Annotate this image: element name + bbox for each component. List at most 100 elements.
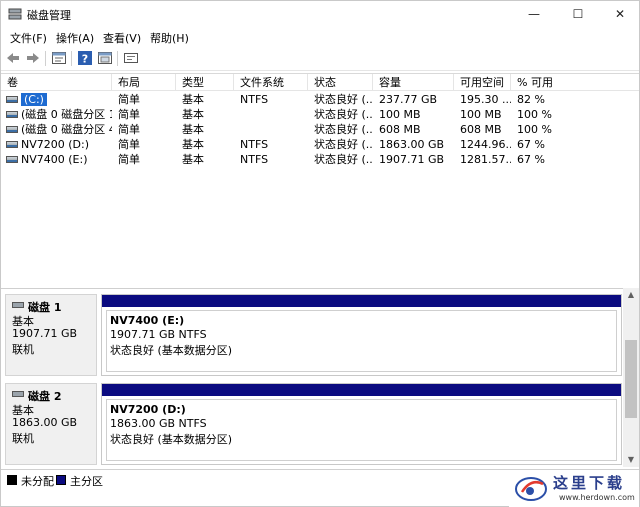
partition-body[interactable]: NV7200 (D:) 1863.00 GB NTFS 状态良好 (基本数据分区… bbox=[106, 399, 617, 461]
volume-name: (磁盘 0 磁盘分区 1) bbox=[21, 108, 112, 121]
volume-percent-free: 67 % bbox=[517, 138, 545, 151]
volume-percent-free: 82 % bbox=[517, 93, 545, 106]
primary-partition-band bbox=[102, 295, 621, 307]
partition-size-fs: 1863.00 GB NTFS bbox=[110, 417, 207, 430]
partition-status: 状态良好 (基本数据分区) bbox=[110, 433, 233, 446]
disk-area-scrollbar[interactable]: ▲ ▼ bbox=[623, 288, 639, 467]
disk-1-label[interactable]: 磁盘 1 基本 1907.71 GB 联机 bbox=[5, 294, 97, 376]
minimize-button[interactable]: — bbox=[513, 1, 555, 27]
menu-view[interactable]: 查看(V) bbox=[103, 30, 141, 46]
legend-unallocated: 未分配 bbox=[21, 475, 54, 488]
forward-icon[interactable] bbox=[25, 50, 41, 66]
volume-type: 基本 bbox=[182, 108, 204, 121]
volume-percent-free: 100 % bbox=[517, 123, 552, 136]
partition-d[interactable]: NV7200 (D:) 1863.00 GB NTFS 状态良好 (基本数据分区… bbox=[101, 383, 622, 465]
watermark-title: 这里下载 bbox=[553, 474, 626, 492]
volume-layout: 简单 bbox=[118, 123, 140, 136]
primary-partition-swatch bbox=[56, 475, 66, 485]
volume-row[interactable]: NV7400 (E:) 简单 基本 NTFS 状态良好 (... 1907.71… bbox=[1, 152, 639, 167]
disk-icon bbox=[12, 302, 24, 308]
toolbar-separator bbox=[45, 51, 46, 66]
volume-name: (C:) bbox=[21, 93, 47, 106]
scroll-down-arrow-icon[interactable]: ▼ bbox=[623, 453, 639, 467]
partition-status: 状态良好 (基本数据分区) bbox=[110, 344, 233, 357]
volume-type: 基本 bbox=[182, 93, 204, 106]
volume-free-space: 1281.57... bbox=[460, 153, 511, 166]
volume-row[interactable]: NV7200 (D:) 简单 基本 NTFS 状态良好 (... 1863.00… bbox=[1, 137, 639, 152]
back-icon[interactable] bbox=[5, 50, 21, 66]
scroll-up-arrow-icon[interactable]: ▲ bbox=[623, 288, 639, 302]
partition-name: NV7200 (D:) bbox=[110, 403, 186, 416]
volume-row[interactable]: (磁盘 0 磁盘分区 1) 简单 基本 状态良好 (... 100 MB 100… bbox=[1, 107, 639, 122]
menu-bar: 文件(F) 操作(A) 查看(V) 帮助(H) bbox=[1, 27, 639, 47]
volume-status: 状态良好 (... bbox=[314, 108, 373, 121]
disk-icon bbox=[12, 391, 24, 397]
volume-percent-free: 67 % bbox=[517, 153, 545, 166]
help-icon[interactable]: ? bbox=[77, 50, 93, 66]
column-volume[interactable]: 卷 bbox=[1, 74, 112, 91]
volume-percent-free: 100 % bbox=[517, 108, 552, 121]
volume-status: 状态良好 (... bbox=[314, 93, 373, 106]
disk-size: 1907.71 GB bbox=[12, 327, 78, 340]
unallocated-swatch bbox=[7, 475, 17, 485]
toolbar: ? bbox=[1, 47, 639, 71]
volume-row[interactable]: (C:) 简单 基本 NTFS 状态良好 (... 237.77 GB 195.… bbox=[1, 92, 639, 107]
column-type[interactable]: 类型 bbox=[176, 74, 234, 91]
volume-name: NV7200 (D:) bbox=[21, 138, 90, 151]
scroll-thumb[interactable] bbox=[625, 340, 637, 418]
disk-state: 联机 bbox=[12, 432, 34, 445]
volume-filesystem bbox=[234, 122, 308, 137]
partition-e[interactable]: NV7400 (E:) 1907.71 GB NTFS 状态良好 (基本数据分区… bbox=[101, 294, 622, 376]
volume-capacity: 237.77 GB bbox=[379, 93, 438, 106]
volume-filesystem bbox=[234, 107, 308, 122]
properties-icon[interactable] bbox=[51, 50, 67, 66]
disk-state: 联机 bbox=[12, 343, 34, 356]
volume-capacity: 608 MB bbox=[379, 123, 421, 136]
volume-free-space: 1244.96... bbox=[460, 138, 511, 151]
volume-filesystem: NTFS bbox=[240, 138, 269, 151]
column-status[interactable]: 状态 bbox=[308, 74, 373, 91]
column-free-space[interactable]: 可用空间 bbox=[454, 74, 511, 91]
toolbar-separator bbox=[117, 51, 118, 66]
refresh-icon[interactable] bbox=[123, 50, 139, 66]
disk-management-icon bbox=[8, 8, 22, 20]
volume-free-space: 608 MB bbox=[460, 123, 502, 136]
disk-graphical-view: 磁盘 1 基本 1907.71 GB 联机 NV7400 (E:) 1907.7… bbox=[1, 288, 623, 467]
disk-2-label[interactable]: 磁盘 2 基本 1863.00 GB 联机 bbox=[5, 383, 97, 465]
volume-filesystem: NTFS bbox=[240, 153, 269, 166]
volume-free-space: 100 MB bbox=[460, 108, 502, 121]
menu-action[interactable]: 操作(A) bbox=[56, 30, 94, 46]
maximize-button[interactable]: ☐ bbox=[557, 1, 599, 27]
close-button[interactable]: ✕ bbox=[599, 1, 640, 27]
partition-body[interactable]: NV7400 (E:) 1907.71 GB NTFS 状态良好 (基本数据分区… bbox=[106, 310, 617, 372]
volume-row[interactable]: (磁盘 0 磁盘分区 4) 简单 基本 状态良好 (... 608 MB 608… bbox=[1, 122, 639, 137]
svg-text:?: ? bbox=[82, 53, 88, 66]
volume-filesystem: NTFS bbox=[240, 93, 269, 106]
volume-status: 状态良好 (... bbox=[314, 123, 373, 136]
volume-type: 基本 bbox=[182, 138, 204, 151]
partition-name: NV7400 (E:) bbox=[110, 314, 185, 327]
volume-name: (磁盘 0 磁盘分区 4) bbox=[21, 123, 112, 136]
volume-capacity: 100 MB bbox=[379, 108, 421, 121]
volume-status: 状态良好 (... bbox=[314, 138, 373, 151]
details-icon[interactable] bbox=[97, 50, 113, 66]
window-title: 磁盘管理 bbox=[27, 9, 71, 22]
menu-file[interactable]: 文件(F) bbox=[10, 30, 47, 46]
disk-management-window: 磁盘管理 — ☐ ✕ 文件(F) 操作(A) 查看(V) 帮助(H) ? 卷 布… bbox=[0, 0, 640, 507]
disk-size: 1863.00 GB bbox=[12, 416, 78, 429]
watermark-url: www.herdown.com bbox=[559, 493, 635, 502]
volume-layout: 简单 bbox=[118, 138, 140, 151]
column-layout[interactable]: 布局 bbox=[112, 74, 176, 91]
primary-partition-band bbox=[102, 384, 621, 396]
menu-help[interactable]: 帮助(H) bbox=[150, 30, 189, 46]
volume-status: 状态良好 (... bbox=[314, 153, 373, 166]
volume-layout: 简单 bbox=[118, 153, 140, 166]
column-filesystem[interactable]: 文件系统 bbox=[234, 74, 308, 91]
column-percent-free[interactable]: % 可用 bbox=[511, 74, 639, 91]
site-watermark: 这里下载 www.herdown.com bbox=[509, 471, 639, 507]
watermark-logo-icon bbox=[515, 477, 547, 501]
title-bar: 磁盘管理 — ☐ ✕ bbox=[1, 1, 639, 27]
legend-primary-partition: 主分区 bbox=[70, 475, 103, 488]
column-capacity[interactable]: 容量 bbox=[373, 74, 454, 91]
partition-size-fs: 1907.71 GB NTFS bbox=[110, 328, 207, 341]
